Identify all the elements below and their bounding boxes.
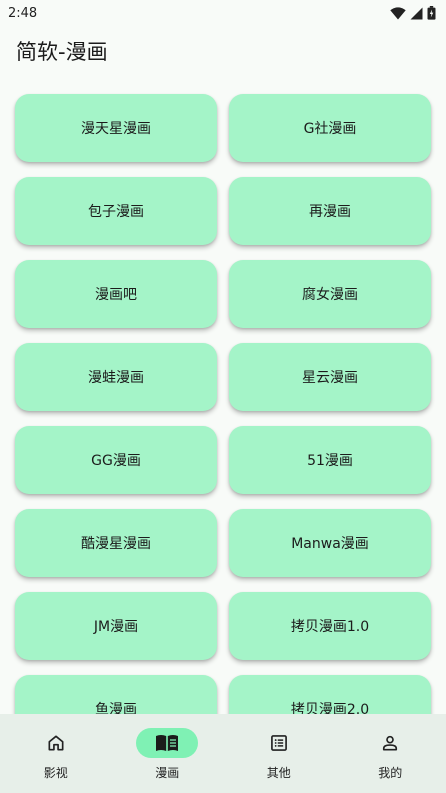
list-icon <box>270 735 287 751</box>
nav-icon-container <box>359 728 421 758</box>
signal-icon <box>410 7 423 19</box>
status-time: 2:48 <box>8 5 38 21</box>
nav-item-comics[interactable]: 漫画 <box>112 714 223 781</box>
nav-item-mine[interactable]: 我的 <box>335 714 446 781</box>
source-card[interactable]: 包子漫画 <box>15 177 217 245</box>
source-card[interactable]: 再漫画 <box>229 177 431 245</box>
source-card[interactable]: 腐女漫画 <box>229 260 431 328</box>
source-grid: 漫天星漫画 G社漫画 包子漫画 再漫画 漫画吧 腐女漫画 漫蛙漫画 星云漫画 G… <box>15 94 431 743</box>
nav-label: 漫画 <box>155 766 180 780</box>
book-icon <box>156 735 179 751</box>
app-title: 简软-漫画 <box>16 40 108 64</box>
source-card[interactable]: 漫蛙漫画 <box>15 343 217 411</box>
nav-label: 其他 <box>266 766 291 780</box>
nav-icon-container <box>248 728 310 758</box>
source-card[interactable]: GG漫画 <box>15 426 217 494</box>
bottom-navigation: 影视 漫画 其他 我的 <box>0 714 446 793</box>
source-card[interactable]: JM漫画 <box>15 592 217 660</box>
source-card[interactable]: 漫画吧 <box>15 260 217 328</box>
nav-item-other[interactable]: 其他 <box>223 714 334 781</box>
source-card[interactable]: G社漫画 <box>229 94 431 162</box>
nav-icon-container <box>136 728 199 758</box>
source-card[interactable]: 拷贝漫画1.0 <box>229 592 431 660</box>
source-card[interactable]: 星云漫画 <box>229 343 431 411</box>
status-icons <box>390 6 436 20</box>
source-card[interactable]: 酷漫星漫画 <box>15 509 217 577</box>
source-card[interactable]: Manwa漫画 <box>229 509 431 577</box>
nav-label: 我的 <box>378 766 403 780</box>
nav-item-movies[interactable]: 影视 <box>0 714 111 781</box>
home-icon <box>48 735 64 751</box>
source-card[interactable]: 51漫画 <box>229 426 431 494</box>
source-card[interactable]: 漫天星漫画 <box>15 94 217 162</box>
nav-label: 影视 <box>43 766 68 780</box>
person-icon <box>383 735 398 751</box>
nav-icon-container <box>25 728 87 758</box>
status-bar: 2:48 <box>0 0 446 26</box>
battery-icon <box>427 6 436 20</box>
wifi-icon <box>390 6 406 19</box>
